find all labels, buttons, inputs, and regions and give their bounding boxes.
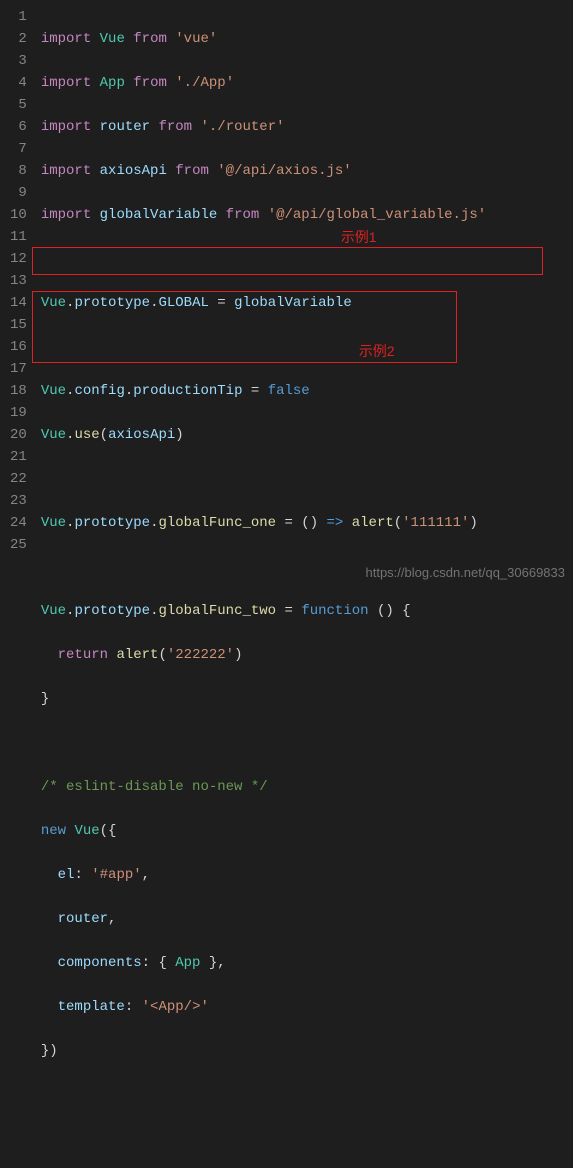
- line-number: 15: [10, 314, 27, 336]
- code-line[interactable]: import axiosApi from '@/api/axios.js': [41, 160, 573, 182]
- code-line[interactable]: [41, 336, 573, 358]
- code-line[interactable]: [41, 732, 573, 754]
- line-number: 21: [10, 446, 27, 468]
- line-number: 9: [10, 182, 27, 204]
- code-line[interactable]: [41, 468, 573, 490]
- code-line[interactable]: router,: [41, 908, 573, 930]
- code-editor[interactable]: 1 2 3 4 5 6 7 8 9 10 11 12 13 14 15 16 1…: [0, 0, 573, 584]
- code-line[interactable]: }): [41, 1040, 573, 1062]
- line-number: 16: [10, 336, 27, 358]
- code-line[interactable]: }: [41, 688, 573, 710]
- line-number: 1: [10, 6, 27, 28]
- line-number: 11: [10, 226, 27, 248]
- code-line[interactable]: [41, 1084, 573, 1106]
- line-number: 23: [10, 490, 27, 512]
- code-content[interactable]: import Vue from 'vue' import App from '.…: [41, 0, 573, 584]
- line-number: 14: [10, 292, 27, 314]
- code-line[interactable]: Vue.prototype.globalFunc_two = function …: [41, 600, 573, 622]
- line-number: 20: [10, 424, 27, 446]
- line-number: 4: [10, 72, 27, 94]
- code-line[interactable]: Vue.config.productionTip = false: [41, 380, 573, 402]
- line-number-gutter: 1 2 3 4 5 6 7 8 9 10 11 12 13 14 15 16 1…: [0, 0, 41, 584]
- code-line[interactable]: el: '#app',: [41, 864, 573, 886]
- line-number: 13: [10, 270, 27, 292]
- code-line[interactable]: /* eslint-disable no-new */: [41, 776, 573, 798]
- line-number: 25: [10, 534, 27, 556]
- code-line[interactable]: Vue.use(axiosApi): [41, 424, 573, 446]
- line-number: 7: [10, 138, 27, 160]
- line-number: 5: [10, 94, 27, 116]
- code-line[interactable]: Vue.prototype.GLOBAL = globalVariable: [41, 292, 573, 314]
- line-number: 10: [10, 204, 27, 226]
- line-number: 22: [10, 468, 27, 490]
- code-line[interactable]: import globalVariable from '@/api/global…: [41, 204, 573, 226]
- watermark: https://blog.csdn.net/qq_30669833: [366, 565, 566, 580]
- annotation-example-2: 示例2: [359, 340, 395, 362]
- code-line[interactable]: import Vue from 'vue': [41, 28, 573, 50]
- line-number: 6: [10, 116, 27, 138]
- code-line[interactable]: template: '<App/>': [41, 996, 573, 1018]
- line-number: 19: [10, 402, 27, 424]
- annotation-example-1: 示例1: [341, 226, 377, 248]
- code-line[interactable]: [41, 248, 573, 270]
- line-number: 12: [10, 248, 27, 270]
- code-line[interactable]: Vue.prototype.globalFunc_one = () => ale…: [41, 512, 573, 534]
- line-number: 18: [10, 380, 27, 402]
- line-number: 17: [10, 358, 27, 380]
- code-line[interactable]: import App from './App': [41, 72, 573, 94]
- code-line[interactable]: return alert('222222'): [41, 644, 573, 666]
- code-line[interactable]: new Vue({: [41, 820, 573, 842]
- line-number: 3: [10, 50, 27, 72]
- line-number: 24: [10, 512, 27, 534]
- code-line[interactable]: components: { App },: [41, 952, 573, 974]
- line-number: 8: [10, 160, 27, 182]
- code-line[interactable]: import router from './router': [41, 116, 573, 138]
- line-number: 2: [10, 28, 27, 50]
